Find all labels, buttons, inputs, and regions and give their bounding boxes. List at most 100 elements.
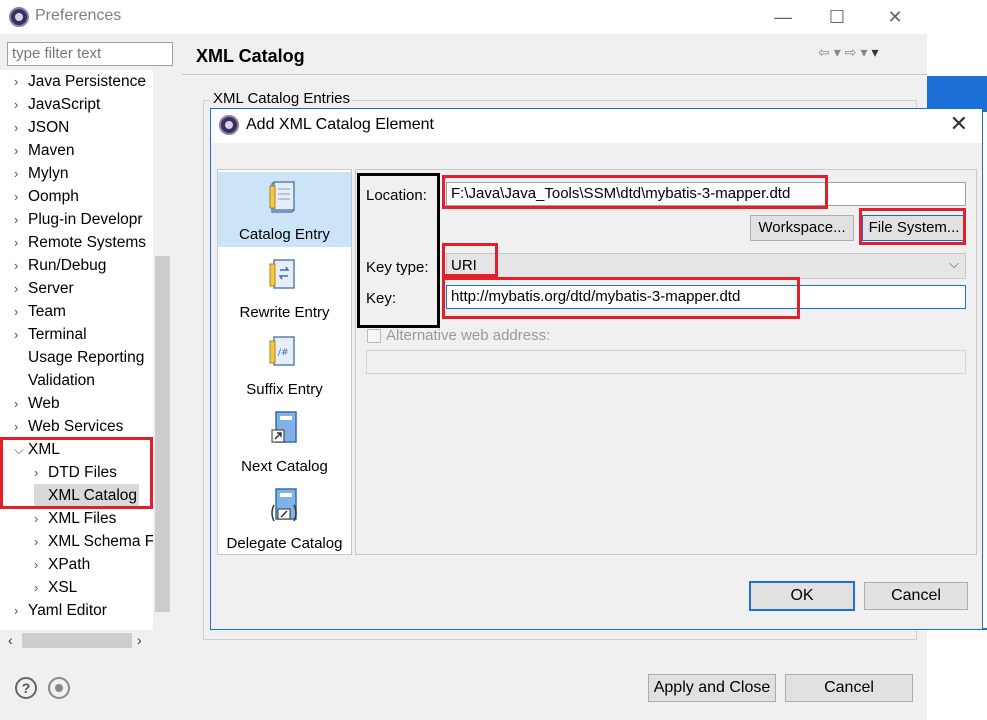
tree-item[interactable]: › Run/Debug <box>14 254 106 277</box>
chevron-right-icon[interactable]: › <box>14 415 28 438</box>
tree-item[interactable]: › Web Services <box>14 415 123 438</box>
maximize-button[interactable]: ☐ <box>822 4 852 30</box>
tree-item-label: Maven <box>28 142 75 159</box>
type-next-catalog[interactable]: Next Catalog <box>218 404 351 479</box>
close-window-button[interactable]: ✕ <box>880 4 910 30</box>
page-navigation[interactable]: ⇦▾⇨▾▾ <box>818 44 883 61</box>
tree-item-label: Oomph <box>28 188 79 205</box>
tree-item[interactable]: › Remote Systems <box>14 231 146 254</box>
type-delegate-catalog[interactable]: Delegate Catalog <box>218 481 351 556</box>
location-input[interactable]: F:\Java\Java_Tools\SSM\dtd\mybatis-3-map… <box>446 182 966 206</box>
type-label: Catalog Entry <box>239 226 330 243</box>
tree-item[interactable]: Usage Reporting <box>14 346 144 369</box>
cancel-button[interactable]: Cancel <box>785 674 913 702</box>
type-catalog-entry[interactable]: Catalog Entry <box>218 172 351 247</box>
tree-item-label: Terminal <box>28 326 87 343</box>
divider <box>182 74 927 75</box>
tree-item[interactable]: › Maven <box>14 139 75 162</box>
chevron-right-icon[interactable]: › <box>14 116 28 139</box>
suffix-entry-icon: /# <box>269 336 295 366</box>
file-system-button[interactable]: File System... <box>862 215 966 241</box>
tree-vertical-scrollbar[interactable] <box>153 70 172 636</box>
catalog-type-list: Catalog Entry Rewrite Entry /# Suffix En… <box>217 169 352 555</box>
help-icon[interactable]: ? <box>15 677 37 699</box>
chevron-right-icon[interactable]: › <box>34 530 48 553</box>
alternative-web-address-input[interactable] <box>366 350 966 374</box>
tree-item[interactable]: › JSON <box>14 116 69 139</box>
dialog-cancel-button[interactable]: Cancel <box>864 582 968 610</box>
eclipse-app-icon <box>219 115 239 135</box>
dialog-title: Add XML Catalog Element <box>246 116 434 133</box>
alternative-web-address-label: Alternative web address: <box>386 327 551 344</box>
filter-input[interactable]: type filter text <box>7 42 173 66</box>
tree-item[interactable]: › Oomph <box>14 185 79 208</box>
chevron-right-icon[interactable]: › <box>34 507 48 530</box>
chevron-right-icon[interactable]: › <box>34 461 48 484</box>
tree-item[interactable]: › Server <box>14 277 74 300</box>
type-suffix-entry[interactable]: /# Suffix Entry <box>218 327 351 402</box>
close-icon[interactable]: ✕ <box>950 111 968 137</box>
tree-item-label: DTD Files <box>48 464 117 481</box>
tree-item[interactable]: › Java Persistence <box>14 70 146 93</box>
tree-item[interactable]: XML Catalog <box>34 484 140 507</box>
rewrite-entry-icon <box>269 259 295 289</box>
tree-item[interactable]: ⌵ XML <box>14 438 60 461</box>
tree-item-label: Usage Reporting <box>28 349 145 366</box>
type-label: Rewrite Entry <box>239 304 330 321</box>
tree-item-label: Run/Debug <box>28 257 107 274</box>
chevron-right-icon[interactable]: › <box>14 70 28 93</box>
tree-item[interactable]: › Terminal <box>14 323 87 346</box>
location-label: Location: <box>366 187 427 204</box>
tree-item[interactable]: › Plug-in Developr <box>14 208 143 231</box>
tree-item[interactable]: › XPath <box>34 553 90 576</box>
tree-item-label: Web <box>28 395 60 412</box>
chevron-right-icon[interactable]: › <box>14 277 28 300</box>
record-icon[interactable] <box>48 677 70 699</box>
chevron-right-icon[interactable]: › <box>34 553 48 576</box>
tree-item[interactable]: › Team <box>14 300 66 323</box>
tree-item[interactable]: › JavaScript <box>14 93 100 116</box>
scrollbar-thumb[interactable] <box>155 256 170 612</box>
minimize-button[interactable]: — <box>768 4 798 30</box>
chevron-right-icon[interactable]: › <box>14 139 28 162</box>
chevron-right-icon[interactable]: › <box>14 208 28 231</box>
chevron-right-icon[interactable]: › <box>14 323 28 346</box>
chevron-right-icon[interactable]: › <box>14 300 28 323</box>
tree-item[interactable]: › DTD Files <box>34 461 117 484</box>
tree-item-label: Mylyn <box>28 165 69 182</box>
tree-horizontal-scrollbar[interactable]: ‹ › <box>0 630 172 652</box>
type-label: Next Catalog <box>241 458 328 475</box>
scroll-right-icon[interactable]: › <box>137 632 142 648</box>
chevron-right-icon[interactable]: › <box>34 576 48 599</box>
tree-item[interactable]: › XSL <box>34 576 77 599</box>
tree-item[interactable]: › XML Schema F <box>34 530 154 553</box>
tree-item[interactable]: › Mylyn <box>14 162 68 185</box>
alternative-web-address-checkbox[interactable] <box>367 329 381 343</box>
chevron-right-icon[interactable]: › <box>14 162 28 185</box>
chevron-right-icon[interactable]: › <box>14 231 28 254</box>
tree-item[interactable]: › Web <box>14 392 60 415</box>
chevron-right-icon[interactable]: › <box>14 185 28 208</box>
eclipse-app-icon <box>9 7 29 27</box>
scroll-left-icon[interactable]: ‹ <box>8 632 13 648</box>
tree-item[interactable]: › Yaml Editor <box>14 599 107 622</box>
workspace-button[interactable]: Workspace... <box>750 215 854 241</box>
key-label: Key: <box>366 290 397 307</box>
chevron-right-icon[interactable]: › <box>14 254 28 277</box>
tree-item-label: JSON <box>28 119 70 136</box>
scrollbar-thumb[interactable] <box>22 633 132 648</box>
apply-and-close-button[interactable]: Apply and Close <box>648 674 776 702</box>
key-input[interactable]: http://mybatis.org/dtd/mybatis-3-mapper.… <box>446 285 966 309</box>
tree-item[interactable]: Validation <box>14 369 95 392</box>
tree-item-label: XML Files <box>48 510 117 527</box>
key-type-select[interactable]: URI ⌵ <box>446 253 966 279</box>
chevron-down-icon[interactable]: ⌵ <box>14 438 28 461</box>
chevron-right-icon[interactable]: › <box>14 93 28 116</box>
chevron-right-icon[interactable]: › <box>14 392 28 415</box>
type-rewrite-entry[interactable]: Rewrite Entry <box>218 250 351 325</box>
chevron-right-icon[interactable]: › <box>14 599 28 622</box>
tree-item[interactable]: › XML Files <box>34 507 116 530</box>
chevron-down-icon: ⌵ <box>949 256 959 271</box>
tree-item-label: XML Schema F <box>48 533 155 550</box>
ok-button[interactable]: OK <box>749 581 855 611</box>
